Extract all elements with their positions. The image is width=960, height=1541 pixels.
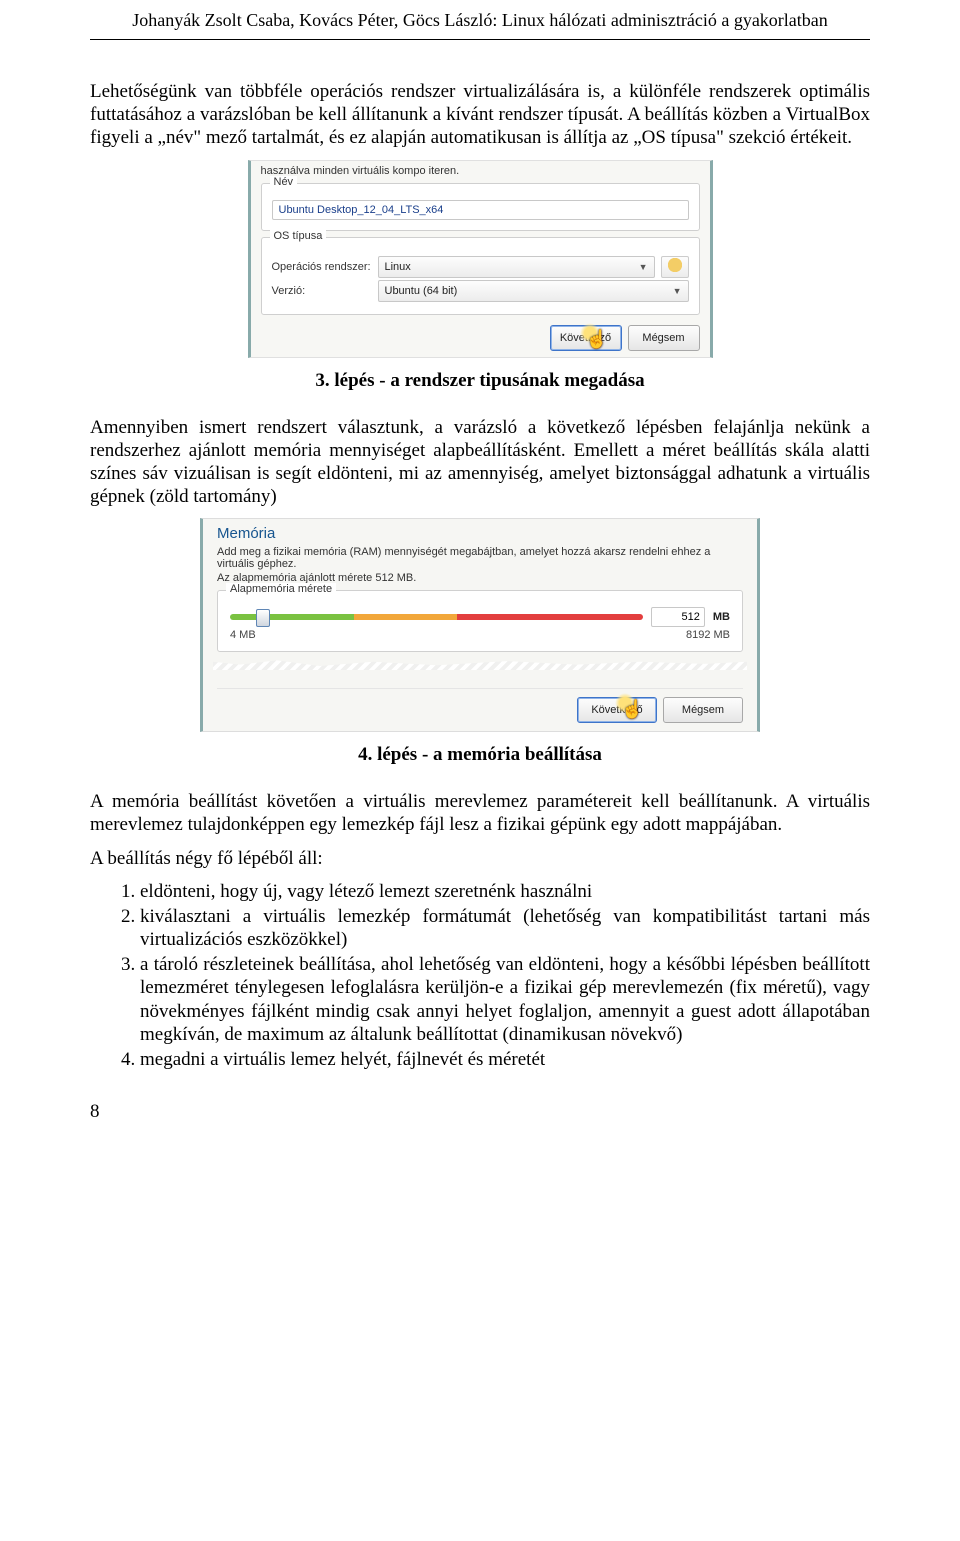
paragraph-4: A beállítás négy fő lépéből áll: [90, 847, 870, 870]
header-rule [90, 39, 870, 40]
name-groupbox: Név [261, 183, 700, 231]
memory-value-input[interactable] [651, 607, 705, 627]
list-item: eldönteni, hogy új, vagy létező lemezt s… [140, 880, 870, 903]
chevron-down-icon: ▼ [639, 262, 648, 272]
memory-desc-1: Add meg a fizikai memória (RAM) mennyisé… [217, 546, 743, 570]
page-header: Johanyák Zsolt Csaba, Kovács Péter, Göcs… [90, 0, 870, 31]
slider-rail [230, 614, 643, 620]
version-label: Verzió: [272, 285, 372, 297]
vm-name-input[interactable] [272, 200, 689, 220]
slider-min-label: 4 MB [230, 629, 256, 641]
list-item: megadni a virtuális lemez helyét, fájlne… [140, 1048, 870, 1071]
memory-title: Memória [217, 525, 743, 542]
hint-text: használva minden virtuális kompo iteren. [261, 165, 700, 177]
slider-thumb-icon[interactable] [256, 609, 270, 627]
paragraph-3: A memória beállítást követően a virtuáli… [90, 790, 870, 836]
chevron-down-icon: ▼ [673, 286, 682, 296]
memory-unit-label: MB [713, 611, 730, 623]
figure-caption-4: 4. lépés - a memória beállítása [90, 744, 870, 766]
next-button[interactable]: Következő [550, 325, 622, 351]
os-type-groupbox: OS típusa Operációs rendszer: Linux ▼ Ve… [261, 237, 700, 315]
os-type-groupbox-legend: OS típusa [270, 230, 327, 242]
name-groupbox-legend: Név [270, 176, 298, 188]
os-select[interactable]: Linux ▼ [378, 256, 655, 278]
list-item: kiválasztani a virtuális lemezkép formát… [140, 905, 870, 951]
steps-list: eldönteni, hogy új, vagy létező lemezt s… [90, 880, 870, 1071]
memory-slider[interactable] [230, 607, 643, 627]
torn-edge-decoration [213, 656, 747, 670]
os-icon [661, 256, 689, 278]
figure-caption-3: 3. lépés - a rendszer tipusának megadása [90, 370, 870, 392]
version-select-value: Ubuntu (64 bit) [385, 285, 458, 297]
paragraph-2: Amennyiben ismert rendszert választunk, … [90, 416, 870, 509]
cancel-button[interactable]: Mégsem [628, 325, 700, 351]
version-select[interactable]: Ubuntu (64 bit) ▼ [378, 280, 689, 302]
os-label: Operációs rendszer: [272, 261, 372, 273]
cancel-button[interactable]: Mégsem [663, 697, 743, 723]
screenshot-vm-name-os: használva minden virtuális kompo iteren.… [248, 160, 713, 358]
os-select-value: Linux [385, 261, 411, 273]
next-button[interactable]: Következő [577, 697, 657, 723]
slider-max-label: 8192 MB [686, 629, 730, 641]
screenshot-memory: Memória Add meg a fizikai memória (RAM) … [200, 518, 760, 732]
page-number: 8 [90, 1101, 100, 1123]
memory-groupbox-legend: Alapmemória mérete [226, 583, 336, 595]
memory-groupbox: Alapmemória mérete MB 4 MB 8192 MB [217, 590, 743, 652]
list-item: a tároló részleteinek beállítása, ahol l… [140, 953, 870, 1046]
paragraph-1: Lehetőségünk van többféle operációs rend… [90, 80, 870, 150]
